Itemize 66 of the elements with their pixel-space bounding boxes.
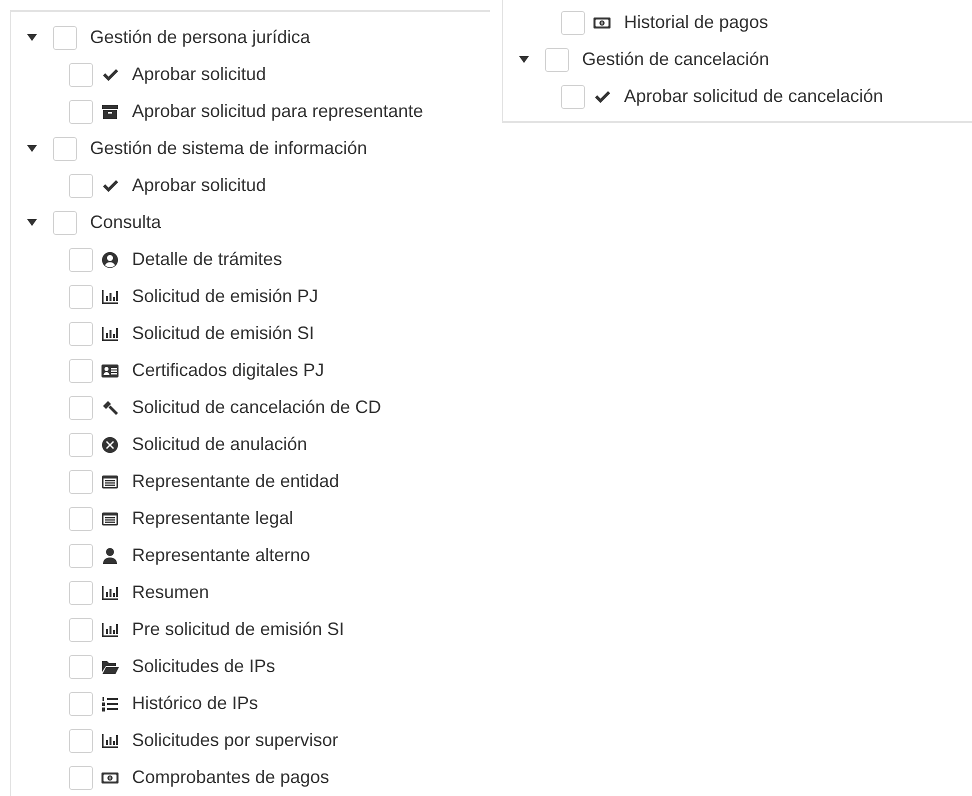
checkbox[interactable]: [69, 396, 93, 420]
tree-group[interactable]: Consulta: [90, 212, 162, 233]
checkbox[interactable]: [69, 100, 93, 124]
checkbox[interactable]: [69, 766, 93, 790]
tree-item[interactable]: Solicitud de cancelación de CD: [132, 397, 382, 418]
tree-item[interactable]: Aprobar solicitud para representante: [132, 101, 424, 122]
list-window-icon: [101, 472, 119, 490]
tree-item[interactable]: Representante alterno: [132, 545, 310, 566]
checkbox[interactable]: [69, 322, 93, 346]
tree-group[interactable]: Gestión de persona jurídica: [90, 27, 310, 48]
checkbox[interactable]: [69, 284, 93, 308]
tree-group[interactable]: Gestión de cancelación: [582, 49, 770, 70]
list-window-icon: [101, 510, 119, 528]
checkbox[interactable]: [69, 432, 93, 456]
expand-caret-icon[interactable]: [27, 145, 37, 152]
checkbox[interactable]: [53, 26, 77, 50]
id-card-icon: [101, 362, 119, 380]
tree-item[interactable]: Resumen: [132, 582, 210, 603]
tree-item[interactable]: Aprobar solicitud: [132, 175, 266, 196]
checkbox[interactable]: [545, 48, 569, 72]
checkbox[interactable]: [69, 654, 93, 678]
tree-item[interactable]: Solicitud de emisión SI: [132, 323, 314, 344]
tree-item[interactable]: Aprobar solicitud de cancelación: [624, 86, 884, 107]
tree-item[interactable]: Histórico de IPs: [132, 693, 258, 714]
checkbox[interactable]: [69, 248, 93, 272]
checkbox[interactable]: [69, 580, 93, 604]
bar-chart-icon: [101, 324, 119, 342]
tree-item[interactable]: Representante legal: [132, 508, 294, 529]
tree-item[interactable]: Solicitud de anulación: [132, 434, 308, 455]
tree-item[interactable]: Detalle de trámites: [132, 249, 282, 270]
bar-chart-icon: [101, 584, 119, 602]
checkbox[interactable]: [561, 10, 585, 34]
tree-item[interactable]: Solicitudes de IPs: [132, 656, 276, 677]
gavel-icon: [101, 398, 119, 416]
bar-chart-icon: [101, 288, 119, 306]
tree-item[interactable]: Solicitud de emisión PJ: [132, 286, 318, 307]
checkbox[interactable]: [561, 84, 585, 108]
checkbox[interactable]: [69, 506, 93, 530]
checkbox[interactable]: [69, 62, 93, 86]
checkbox[interactable]: [69, 544, 93, 568]
tree-item[interactable]: Aprobar solicitud: [132, 64, 266, 85]
tree-item[interactable]: Comprobantes de pagos: [132, 767, 330, 788]
tree-group[interactable]: Gestión de sistema de información: [90, 138, 368, 159]
numbered-list-icon: [101, 694, 119, 712]
checkbox[interactable]: [53, 136, 77, 160]
checkbox[interactable]: [69, 692, 93, 716]
tree-item[interactable]: Certificados digitales PJ: [132, 360, 324, 381]
expand-caret-icon[interactable]: [519, 56, 529, 63]
checkbox[interactable]: [69, 470, 93, 494]
tree-item[interactable]: Representante de entidad: [132, 471, 340, 492]
bar-chart-icon: [101, 620, 119, 638]
archive-box-icon: [101, 102, 119, 120]
tree-item[interactable]: Historial de pagos: [624, 12, 768, 33]
user-icon: [101, 546, 119, 564]
expand-caret-icon[interactable]: [27, 219, 37, 226]
checkbox[interactable]: [69, 618, 93, 642]
checkbox[interactable]: [69, 358, 93, 382]
bar-chart-icon: [101, 732, 119, 750]
checkbox[interactable]: [53, 210, 77, 234]
expand-caret-icon[interactable]: [27, 34, 37, 41]
user-circle-icon: [101, 250, 119, 268]
close-circle-icon: [101, 436, 119, 454]
checkbox[interactable]: [69, 728, 93, 752]
tree-item[interactable]: Solicitudes por supervisor: [132, 730, 338, 751]
checkbox[interactable]: [69, 174, 93, 198]
tree-item[interactable]: Pre solicitud de emisión SI: [132, 619, 344, 640]
